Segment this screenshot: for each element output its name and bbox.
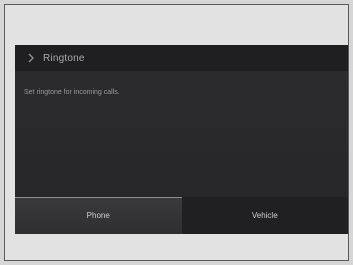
tab-phone[interactable]: Phone (15, 197, 182, 234)
description-text: Set ringtone for incoming calls. (24, 89, 120, 96)
tab-vehicle-label: Vehicle (251, 211, 278, 220)
tab-bar: Phone Vehicle (15, 197, 348, 234)
header-bar: Ringtone (15, 45, 348, 71)
ringtone-screen: Ringtone Set ringtone for incoming calls… (15, 45, 348, 234)
active-tab-indicator (15, 197, 182, 198)
tab-phone-label: Phone (86, 211, 110, 220)
chevron-right-icon[interactable] (25, 52, 37, 64)
page-title: Ringtone (43, 52, 85, 64)
tab-vehicle[interactable]: Vehicle (181, 197, 348, 234)
screenshot-frame: Ringtone Set ringtone for incoming calls… (4, 4, 349, 261)
